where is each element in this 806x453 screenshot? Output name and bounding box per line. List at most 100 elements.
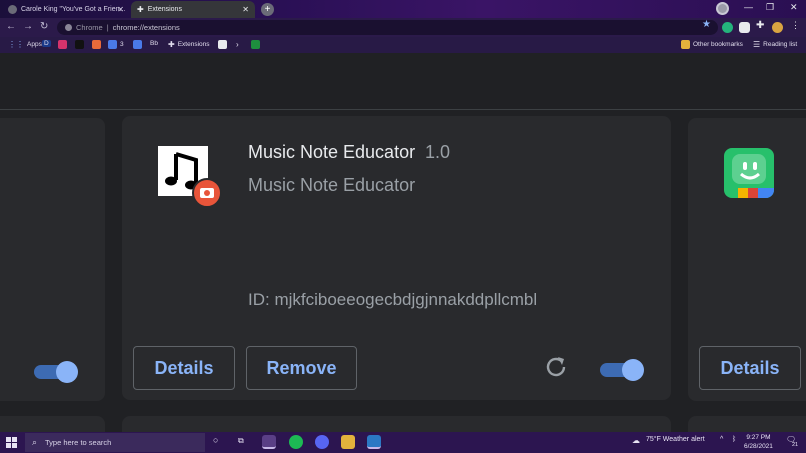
docs-icon	[108, 40, 117, 49]
clock-time: 9:27 PM	[746, 434, 771, 441]
apps-grid-icon: ⋮⋮	[8, 40, 24, 49]
reading-list-label: Reading list	[763, 41, 798, 48]
details-button[interactable]: Details	[699, 346, 801, 390]
reading-list-icon: ☰	[753, 40, 761, 49]
tab-label: Carole King "You've Got a Frien...	[21, 6, 126, 13]
page-icon	[218, 40, 227, 49]
extension-version: 1.0	[425, 142, 451, 162]
bookmark-apps[interactable]: ⋮⋮ Apps	[8, 40, 42, 49]
back-icon[interactable]: ←	[6, 21, 16, 32]
tab-carole-king[interactable]: Carole King "You've Got a Frien... ✕	[2, 1, 130, 18]
extensions-page-header	[0, 53, 806, 110]
bookmark-extensions[interactable]: ✚ Extensions	[168, 40, 210, 49]
tab-label: Extensions	[147, 6, 182, 13]
reload-extension-icon[interactable]	[543, 354, 569, 380]
instagram-icon	[58, 40, 67, 49]
extension-icon	[158, 146, 222, 208]
bookmark-label: Bb	[150, 40, 158, 47]
extension-card-row2-left	[0, 416, 105, 432]
search-icon: ⌕	[32, 437, 38, 447]
other-bookmarks[interactable]: Other bookmarks	[681, 40, 743, 49]
bookmark-tiktok[interactable]	[75, 40, 84, 49]
spotify-icon[interactable]	[289, 435, 303, 449]
toggle-knob	[622, 359, 644, 381]
tab-strip: Carole King "You've Got a Frien... ✕ ✚ E…	[0, 0, 806, 18]
toggle-knob	[56, 361, 78, 383]
extensions-puzzle-icon[interactable]: ✚	[756, 20, 767, 31]
bookmark-star-icon[interactable]: ★	[702, 19, 711, 30]
weather-text[interactable]: 75°F Weather alert	[646, 436, 705, 443]
extension-description: Music Note Educator	[248, 175, 416, 195]
chevron-up-icon[interactable]: ^	[720, 436, 723, 443]
profile-avatar[interactable]	[772, 22, 783, 33]
omnibox-site-label: Chrome	[76, 23, 103, 32]
taskbar-search[interactable]: ⌕ Type here to search	[25, 433, 205, 452]
close-icon[interactable]: ✕	[117, 5, 124, 14]
extension-card-row2-right	[688, 416, 806, 432]
address-bar[interactable]: Chrome | chrome://extensions	[57, 20, 718, 35]
windows-start-icon[interactable]	[6, 437, 17, 448]
cortana-icon[interactable]: ○	[213, 435, 218, 445]
minimize-icon[interactable]: —	[744, 2, 753, 12]
bookmark-3[interactable]: 3	[108, 40, 124, 49]
bookmark-green[interactable]	[251, 40, 260, 49]
bookmark-label: 3	[120, 41, 124, 48]
menu-icon[interactable]: ⋮	[791, 20, 802, 31]
chevron-right-icon: ›	[236, 40, 239, 49]
bookmark-orange[interactable]	[92, 40, 101, 49]
profile-icon[interactable]	[716, 2, 729, 15]
weather-icon: ☁	[632, 436, 640, 445]
photos-icon[interactable]	[367, 435, 381, 449]
extension-toggle[interactable]	[34, 359, 78, 383]
bookmark-label: Apps	[27, 41, 42, 48]
file-explorer-icon[interactable]	[341, 435, 355, 449]
task-view-icon[interactable]: ⧉	[238, 436, 244, 446]
extension-card-row2-main	[122, 416, 671, 432]
bookmarks-bar: ⋮⋮ Apps D 3 Bb ✚ Extensions › Other book…	[0, 37, 806, 53]
puzzle-icon: ✚	[137, 5, 144, 14]
audio-favicon-icon	[8, 5, 17, 14]
extension-card-music-note-educator: Music Note Educator 1.0 Music Note Educa…	[122, 116, 671, 400]
bookmark-arrow[interactable]: ›	[236, 40, 239, 49]
extension-card-left	[0, 118, 105, 401]
restore-icon[interactable]: ❐	[766, 2, 774, 13]
tiktok-icon	[75, 40, 84, 49]
close-window-icon[interactable]: ✕	[790, 2, 798, 13]
puzzle-icon: ✚	[168, 40, 175, 49]
bookmark-orange-icon	[92, 40, 101, 49]
forward-icon[interactable]: →	[23, 21, 33, 32]
windows-taskbar: ⌕ Type here to search ○ ⧉ ☁ 75°F Weather…	[0, 432, 806, 453]
reading-list[interactable]: ☰ Reading list	[753, 40, 797, 49]
bookmark-docs[interactable]	[133, 40, 142, 49]
extension-card-right: Details	[688, 118, 806, 401]
folder-icon	[681, 40, 690, 49]
tab-extensions[interactable]: ✚ Extensions ✕	[131, 1, 255, 18]
extension-screenshot-icon[interactable]	[739, 22, 750, 33]
close-icon[interactable]: ✕	[242, 5, 249, 14]
extension-green-icon[interactable]	[722, 22, 733, 33]
bookmark-d[interactable]: D	[42, 40, 51, 47]
omnibox-url: chrome://extensions	[112, 23, 180, 32]
bookmark-instagram[interactable]	[58, 40, 67, 49]
bookmark-label: D	[42, 40, 51, 47]
bluetooth-icon[interactable]: ᛒ	[732, 436, 736, 443]
bookmark-blank[interactable]	[218, 40, 227, 49]
discord-icon[interactable]	[315, 435, 329, 449]
details-button[interactable]: Details	[133, 346, 235, 390]
bookmark-bb[interactable]: Bb	[150, 40, 158, 47]
extension-id: ID: mjkfciboeeogecbdjgjnnakddpllcmbl	[248, 290, 538, 309]
extension-toggle[interactable]	[600, 357, 644, 381]
reload-icon[interactable]: ↻	[40, 21, 48, 32]
extensions-grid: Music Note Educator 1.0 Music Note Educa…	[0, 110, 806, 432]
new-tab-button[interactable]: +	[261, 3, 274, 16]
browser-toolbar: ← → ↻ Chrome | chrome://extensions ★ ✚ ⋮	[0, 18, 806, 37]
bitmoji-icon	[724, 148, 774, 198]
system-clock[interactable]: 9:27 PM 6/28/2021	[744, 433, 773, 451]
other-bookmarks-label: Other bookmarks	[693, 41, 743, 48]
notification-count: 21	[792, 442, 799, 448]
camera-badge-icon	[192, 178, 222, 208]
remove-button[interactable]: Remove	[246, 346, 357, 390]
chrome-app-icon[interactable]	[262, 435, 276, 449]
clock-date: 6/28/2021	[744, 443, 773, 450]
bookmark-label: Extensions	[177, 41, 210, 48]
